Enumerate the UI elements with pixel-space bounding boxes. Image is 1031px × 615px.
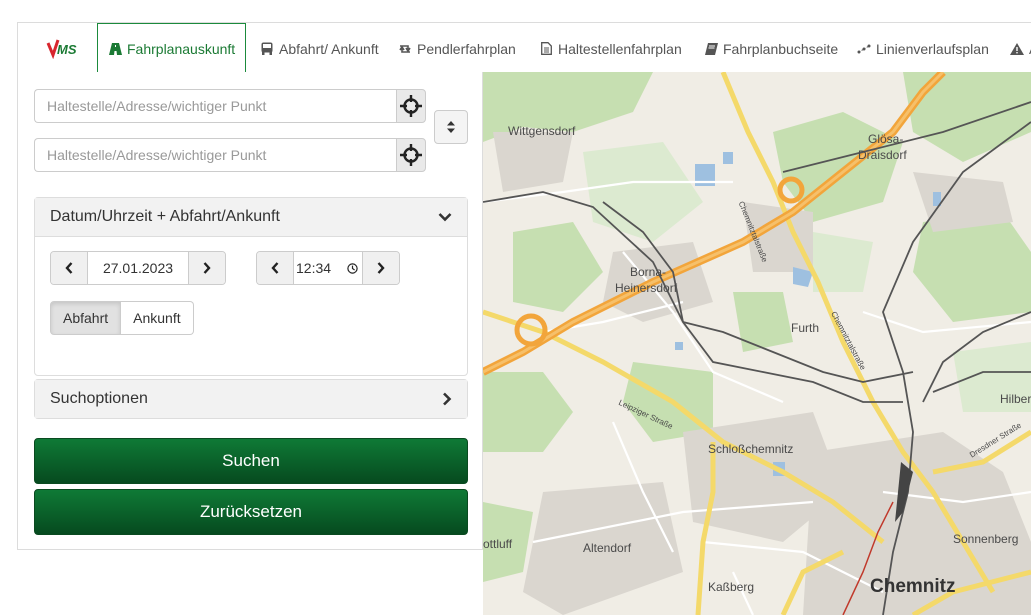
chevron-right-icon — [377, 262, 385, 274]
date-field[interactable]: 27.01.2023 — [87, 252, 189, 284]
map-city-label: Chemnitz — [870, 576, 956, 597]
destination-row — [34, 138, 426, 172]
time-value: 12:34 — [296, 260, 332, 276]
ankunft-option[interactable]: Ankunft — [121, 301, 194, 335]
reset-button[interactable]: Zurücksetzen — [34, 489, 468, 535]
map-place-label: Kaßberg — [708, 580, 755, 594]
map-place-label: Schloßchemnitz — [708, 442, 794, 456]
time-next-button[interactable] — [363, 252, 399, 284]
origin-input[interactable] — [34, 89, 396, 123]
datetime-panel-body: 27.01.2023 12:34 Abfahrt Ankunft — [35, 236, 467, 375]
crosshair-icon — [400, 144, 422, 166]
tab-fahrplanauskunft[interactable]: Fahrplanauskunft — [97, 23, 247, 75]
destination-locate-button[interactable] — [396, 138, 426, 172]
map-place-label: Altendorf — [583, 541, 632, 555]
tab-label: Abfahrt/ Ankunft — [279, 40, 379, 57]
tab-abfahrt-ankunft[interactable]: Abfahrt/ Ankunft — [260, 23, 379, 74]
chevron-right-icon — [443, 392, 452, 406]
map-place-label: Borna- — [630, 265, 667, 279]
tab-fahrplanbuchseite[interactable]: Fahrplanbuchseite — [704, 23, 838, 74]
crosshair-icon — [400, 95, 422, 117]
tab-truncated[interactable]: A — [1010, 23, 1031, 74]
origin-locate-button[interactable] — [396, 89, 426, 123]
search-options-header[interactable]: Suchoptionen — [35, 380, 467, 418]
map-place-label: Sonnenberg — [953, 532, 1019, 546]
svg-text:MS: MS — [57, 42, 77, 57]
datetime-panel-header[interactable]: Datum/Uhrzeit + Abfahrt/Ankunft — [35, 198, 467, 236]
search-options-title: Suchoptionen — [50, 390, 148, 407]
map-place-label: ottluff — [483, 537, 513, 551]
map-place-label: Draisdorf — [858, 148, 907, 162]
time-prev-button[interactable] — [257, 252, 293, 284]
map-tiles — [483, 72, 1031, 615]
document-icon — [539, 42, 553, 56]
swap-button[interactable] — [434, 110, 468, 144]
road-icon — [108, 42, 122, 56]
chevron-left-icon — [65, 262, 73, 274]
search-button[interactable]: Suchen — [34, 438, 468, 484]
destination-input[interactable] — [34, 138, 396, 172]
datetime-panel: Datum/Uhrzeit + Abfahrt/Ankunft 27.01.20… — [34, 197, 468, 376]
tab-linienverlaufsplan[interactable]: Linienverlaufsplan — [857, 23, 989, 74]
book-icon — [704, 42, 718, 56]
tab-label: Pendlerfahrplan — [417, 40, 516, 57]
tab-label: Fahrplanbuchseite — [723, 40, 839, 57]
map-place-label: Furth — [791, 321, 820, 335]
abfahrt-option[interactable]: Abfahrt — [50, 301, 122, 335]
search-panel: Datum/Uhrzeit + Abfahrt/Ankunft 27.01.20… — [17, 72, 483, 550]
vms-logo[interactable]: MS — [46, 37, 86, 60]
origin-row — [34, 89, 426, 123]
route-icon — [857, 42, 871, 56]
bus-icon — [260, 42, 274, 56]
date-stepper: 27.01.2023 — [50, 251, 226, 285]
map-place-label: Hilbersd — [1000, 392, 1031, 406]
app-window: MS Fahrplanauskunft Abfahrt/ Ankunft Pen… — [0, 0, 1031, 615]
departure-arrival-toggle: Abfahrt Ankunft — [50, 301, 194, 335]
date-prev-button[interactable] — [51, 252, 87, 284]
map-place-label: Heinersdorf — [615, 281, 678, 295]
clock-icon[interactable] — [347, 262, 358, 274]
date-next-button[interactable] — [189, 252, 225, 284]
chevron-down-icon — [438, 213, 452, 222]
tab-label: Linienverlaufsplan — [876, 40, 989, 57]
tab-haltestellenfahrplan[interactable]: Haltestellenfahrplan — [539, 23, 682, 74]
time-stepper: 12:34 — [256, 251, 400, 285]
time-field[interactable]: 12:34 — [293, 252, 363, 284]
retweet-icon — [398, 42, 412, 56]
map-place-label: Wittgensdorf — [508, 124, 576, 138]
sort-icon — [447, 121, 455, 133]
tab-pendlerfahrplan[interactable]: Pendlerfahrplan — [398, 23, 516, 74]
chevron-left-icon — [271, 262, 279, 274]
map-view[interactable]: Wittgensdorf Glösa- Draisdorf Borna- Hei… — [483, 72, 1031, 615]
datetime-panel-title: Datum/Uhrzeit + Abfahrt/Ankunft — [50, 208, 280, 225]
chevron-right-icon — [203, 262, 211, 274]
warning-icon — [1010, 42, 1024, 56]
tab-label: Fahrplanauskunft — [127, 41, 236, 57]
map-place-label: Glösa- — [868, 132, 904, 146]
top-navigation: MS Fahrplanauskunft Abfahrt/ Ankunft Pen… — [17, 22, 1031, 75]
search-options-panel: Suchoptionen — [34, 379, 468, 419]
tab-label: Haltestellenfahrplan — [558, 40, 682, 57]
